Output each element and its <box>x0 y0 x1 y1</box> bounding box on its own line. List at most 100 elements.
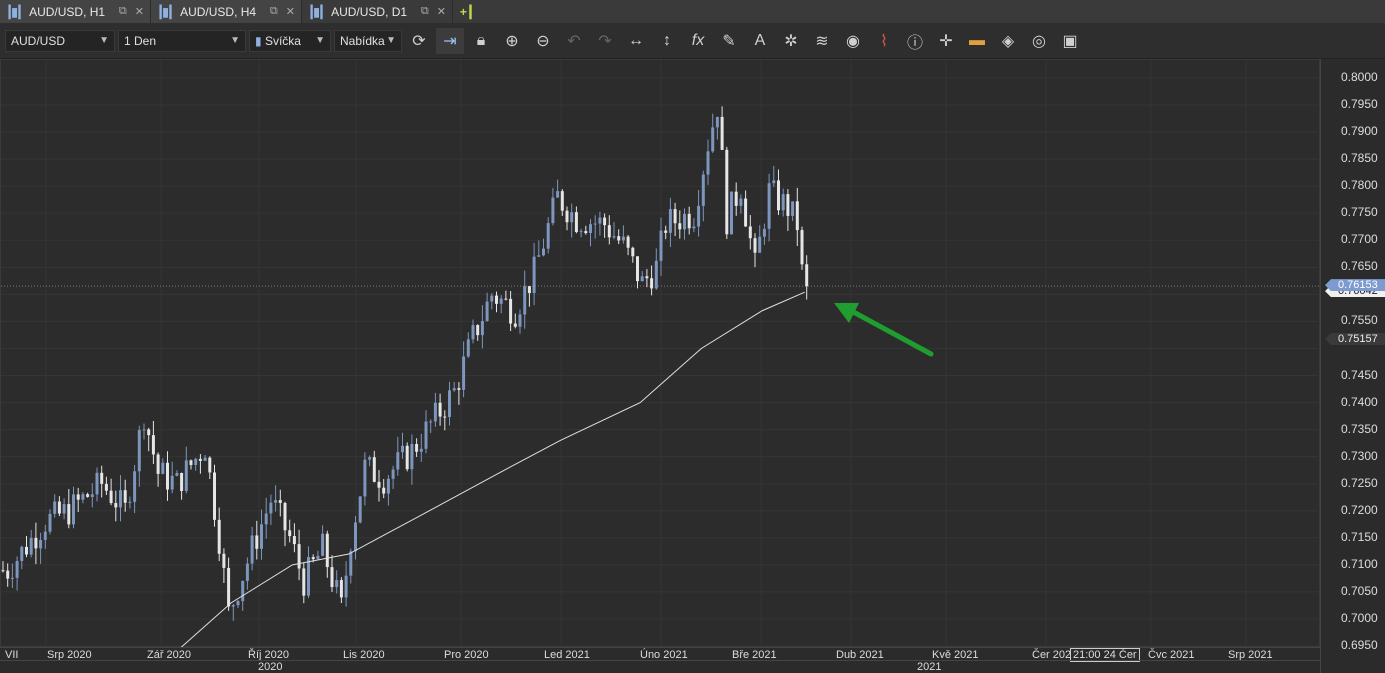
chart-canvas[interactable] <box>1 60 1321 650</box>
vertical-resize-icon[interactable]: ↕ <box>653 28 681 54</box>
pencil-icon[interactable]: ✎ <box>715 28 743 54</box>
price-tick-label: 0.7300 <box>1341 448 1378 463</box>
redo-icon[interactable]: ↷ <box>591 28 619 54</box>
candle-body <box>805 264 809 287</box>
price-tick-label: 0.7400 <box>1341 394 1378 409</box>
objects-icon[interactable]: ✲ <box>777 28 805 54</box>
candle-body <box>495 295 498 304</box>
year-label: 2020 <box>258 661 283 673</box>
candle-body <box>518 314 522 327</box>
symbol-select[interactable]: AUD/USD ▼ <box>5 29 115 52</box>
price-tick-label: 0.7150 <box>1341 529 1378 544</box>
price-chart[interactable] <box>0 59 1321 650</box>
popout-icon[interactable]: ⧉ <box>270 5 278 18</box>
shift-chart-icon[interactable]: ⇥ <box>436 27 464 54</box>
indicator-fx-icon[interactable]: fx <box>684 28 712 54</box>
candle-body <box>443 416 447 418</box>
candle-body <box>603 217 607 226</box>
candle-body <box>53 501 57 514</box>
candle-body <box>166 462 169 490</box>
timeframe-value: 1 Den <box>124 33 157 48</box>
candle-body <box>175 472 179 476</box>
candle-body <box>269 502 273 514</box>
tab-aud-usd-d1[interactable]: ┃▮┃ AUD/USD, D1 ⧉ ✕ <box>302 0 453 23</box>
candle-body <box>161 462 165 474</box>
close-icon[interactable]: ✕ <box>286 5 295 18</box>
candle-body <box>772 180 776 184</box>
candle-body <box>777 180 780 211</box>
zoom-in-icon[interactable]: ⊕ <box>498 28 526 54</box>
candle-body <box>471 325 475 340</box>
refresh-icon[interactable]: ⟳ <box>405 28 433 54</box>
candle-body <box>260 524 263 549</box>
chart-type-select[interactable]: ▮ Svíčka ▼ <box>249 29 331 52</box>
candle-body <box>372 457 376 482</box>
candle-body <box>448 390 451 417</box>
candle-body <box>781 194 785 211</box>
candle-body <box>570 212 574 223</box>
tab-aud-usd-h4[interactable]: ┃▮┃ AUD/USD, H4 ⧉ ✕ <box>151 0 302 23</box>
save-icon[interactable]: ▣ <box>1056 28 1084 54</box>
candle-body <box>739 198 743 206</box>
price-tick-label: 0.7650 <box>1341 259 1378 274</box>
candle-body <box>10 577 14 579</box>
candle-body <box>650 278 654 289</box>
price-type-value: Nabídka <box>340 33 385 48</box>
info-icon[interactable]: ⓘ <box>901 28 929 54</box>
color-bar-icon[interactable]: ▬ <box>963 28 991 54</box>
new-chart-tab-icon[interactable]: +┃ <box>453 0 481 23</box>
candle-body <box>542 248 545 256</box>
candle-body <box>119 490 122 508</box>
popout-icon[interactable]: ⧉ <box>421 5 429 18</box>
candle-body <box>795 201 799 231</box>
tab-label: AUD/USD, H4 <box>180 4 257 19</box>
candle-body <box>589 224 592 234</box>
candle-body <box>180 472 184 491</box>
layers-icon[interactable]: ≋ <box>808 28 836 54</box>
price-type-select[interactable]: Nabídka ▼ <box>334 29 402 52</box>
candle-body <box>607 225 611 238</box>
compare-icon[interactable]: ⌇ <box>870 28 898 54</box>
candle-body <box>325 533 329 568</box>
lock-icon[interactable]: 🔒︎ <box>467 28 495 54</box>
candle-body <box>189 460 193 465</box>
candle-body <box>95 472 99 495</box>
fill-icon[interactable]: ◈ <box>994 28 1022 54</box>
candle-body <box>678 223 682 230</box>
candle-body <box>123 490 127 503</box>
text-tool-icon[interactable]: A <box>746 28 774 54</box>
candle-body <box>255 535 259 549</box>
tab-aud-usd-h1[interactable]: ┃▮┃ AUD/USD, H1 ⧉ ✕ <box>0 0 151 23</box>
candle-body <box>274 500 278 503</box>
candle-body <box>339 580 343 598</box>
candle-body <box>29 537 33 555</box>
candle-body <box>368 457 372 460</box>
candle-body <box>194 458 198 465</box>
horizontal-resize-icon[interactable]: ↔ <box>622 28 650 54</box>
candle-body <box>617 236 621 241</box>
candle-body <box>579 231 583 233</box>
undo-icon[interactable]: ↶ <box>560 28 588 54</box>
candle-icon: ┃▮┃ <box>157 4 174 19</box>
timeframe-select[interactable]: 1 Den ▼ <box>118 29 246 52</box>
candle-body <box>104 483 108 491</box>
candle-body <box>415 443 419 452</box>
price-axis[interactable]: 0.8000 0.7950 0.7900 0.7850 0.7800 0.7750 0.77… <box>1320 59 1385 673</box>
zoom-out-icon[interactable]: ⊖ <box>529 28 557 54</box>
eye-icon[interactable]: ◉ <box>839 28 867 54</box>
tab-bar: ┃▮┃ AUD/USD, H1 ⧉ ✕ ┃▮┃ AUD/USD, H4 ⧉ ✕ ┃▮┃ AUD… <box>0 0 1385 23</box>
candle-body <box>612 236 616 238</box>
candle-body <box>631 247 635 257</box>
close-icon[interactable]: ✕ <box>135 5 144 18</box>
template-icon[interactable]: ◎ <box>1025 28 1053 54</box>
candle-body <box>636 256 639 282</box>
candle-body <box>706 151 710 175</box>
candle-body <box>170 475 174 490</box>
popout-icon[interactable]: ⧉ <box>119 5 127 18</box>
time-axis[interactable]: VII Srp 2020 Zář 2020 Říj 2020 Lis 2020 Pro 2… <box>0 647 1320 673</box>
candle-body <box>532 256 536 294</box>
candle-body <box>344 575 348 598</box>
crosshair-icon[interactable]: ✛ <box>932 28 960 54</box>
candle-body <box>335 580 339 588</box>
close-icon[interactable]: ✕ <box>437 5 446 18</box>
